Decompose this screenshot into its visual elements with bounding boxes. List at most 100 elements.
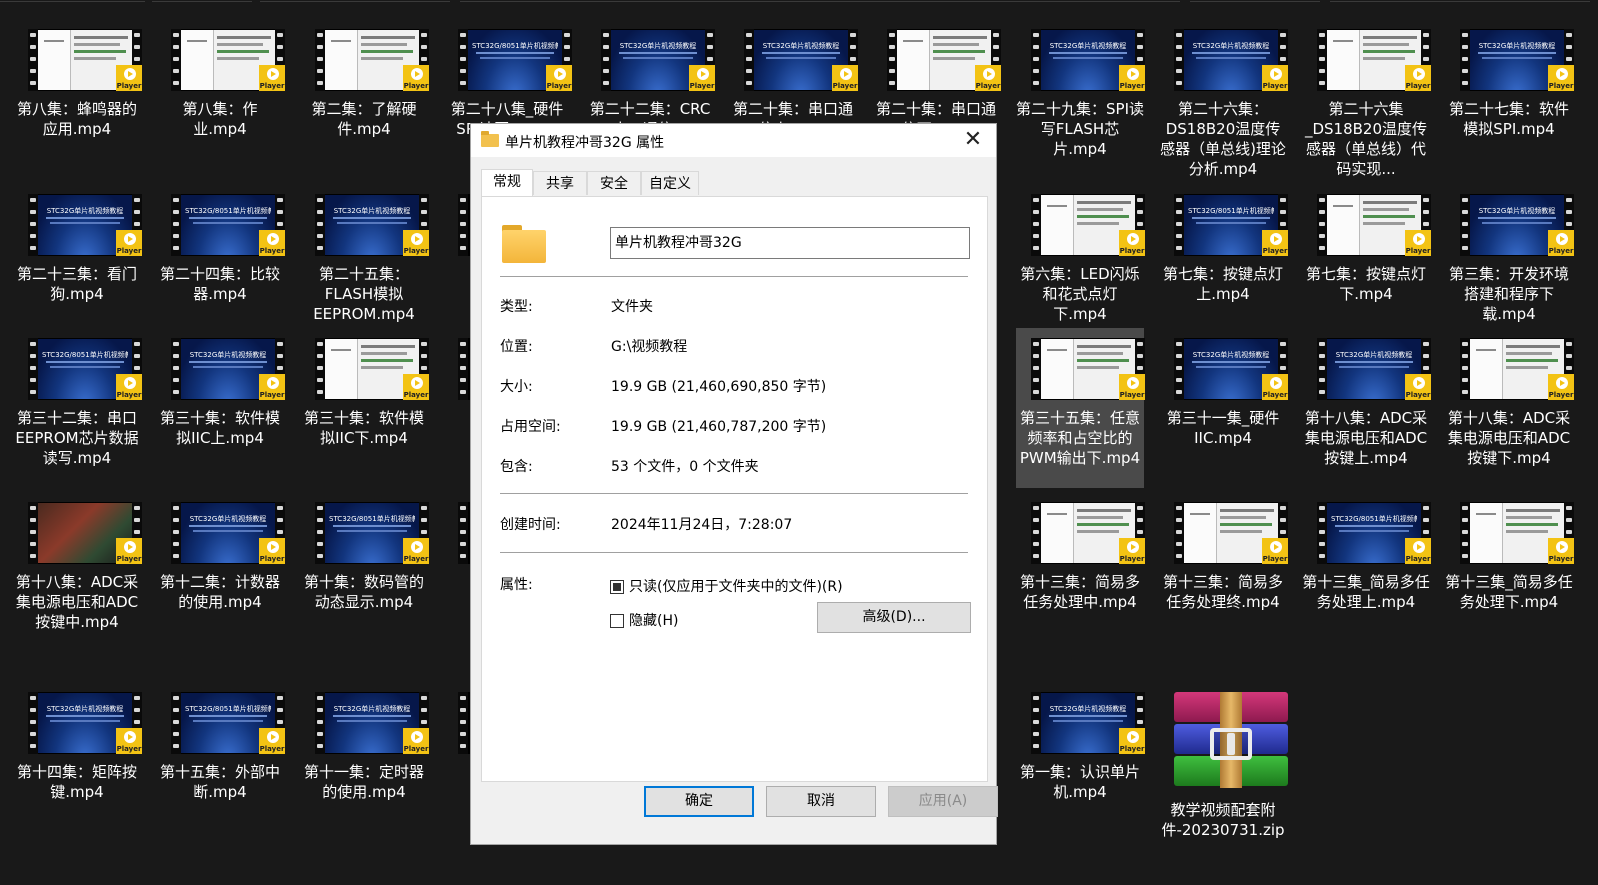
video-file-item[interactable]: Player 第十八集：ADC采集电源电压和ADC按键下.mp4	[1445, 328, 1574, 478]
video-file-item[interactable]: STC32G单片机视频教程 Player 第十四集：矩阵按键.mp4	[13, 682, 142, 832]
video-file-item[interactable]: STC32G单片机视频教程 Player 第二十七集：软件模拟SPI.mp4	[1445, 19, 1574, 169]
video-file-item[interactable]: Player 第八集：作业.mp4	[156, 19, 285, 169]
video-thumbnail: Player	[315, 29, 429, 91]
explorer-top-border	[0, 0, 1598, 4]
thumbnail-title: STC32G单片机视频教程	[189, 515, 267, 523]
player-badge-text: Player	[1405, 391, 1431, 399]
video-file-item[interactable]: STC32G单片机视频教程 Player 第三十集：软件模拟IIC上.mp4	[156, 328, 285, 478]
location-label: 位置:	[500, 339, 533, 355]
video-file-item[interactable]: Player 第二十六集_DS18B20温度传感器（单总线）代码实现...	[1302, 19, 1431, 178]
player-badge-text: Player	[832, 82, 858, 90]
player-badge-icon: Player	[975, 65, 1001, 91]
video-file-item[interactable]: Player 第十三集_简易多任务处理下.mp4	[1445, 492, 1574, 642]
file-label: 第二十九集：SPI读写FLASH芯片.mp4	[1016, 100, 1144, 158]
folder-icon	[481, 131, 499, 147]
player-badge-text: Player	[116, 82, 142, 90]
cancel-button[interactable]: 取消	[766, 786, 876, 817]
zip-file-item[interactable]: 教学视频配套附件-20230731.zip	[1159, 682, 1288, 839]
video-thumbnail: STC32G单片机视频教程 Player	[1031, 692, 1145, 754]
video-file-item[interactable]: STC32G/8051单片机视频教程 Player 第二十四集：比较器.mp4	[156, 184, 285, 334]
video-thumbnail: STC32G单片机视频教程 Player	[744, 29, 858, 91]
file-label: 第八集：作业.mp4	[182, 100, 258, 138]
video-file-item[interactable]: STC32G/8051单片机视频教程 Player 第十集：数码管的动态显示.mp4	[300, 492, 429, 642]
video-file-item[interactable]: STC32G单片机视频教程 Player 第三十一集_硬件IIC.mp4	[1159, 328, 1288, 478]
tab-customize[interactable]: 自定义	[641, 171, 699, 195]
tab-general[interactable]: 常规	[481, 169, 533, 196]
player-badge-icon: Player	[259, 728, 285, 754]
advanced-button[interactable]: 高级(D)...	[817, 602, 971, 633]
video-file-item[interactable]: STC32G单片机视频教程 Player 第二十三集：看门狗.mp4	[13, 184, 142, 334]
player-badge-icon: Player	[403, 230, 429, 256]
disk-size-value: 19.9 GB (21,460,787,200 字节)	[611, 419, 827, 435]
thumbnail-title: STC32G单片机视频教程	[762, 42, 840, 50]
readonly-label[interactable]: 只读(仅应用于文件夹中的文件)(R)	[629, 578, 843, 596]
thumbnail-title: STC32G单片机视频教程	[46, 705, 124, 713]
video-thumbnail: Player	[1031, 194, 1145, 256]
video-thumbnail: STC32G/8051单片机视频教程 Player	[315, 502, 429, 564]
file-label: 第十八集：ADC采集电源电压和ADC按键上.mp4	[1304, 409, 1428, 467]
file-label: 第三十五集：任意频率和占空比的PWM输出下.mp4	[1019, 409, 1141, 467]
video-file-item[interactable]: STC32G/8051单片机视频教程 Player 第三十二集：串口EEPROM芯片…	[13, 328, 142, 478]
large-folder-icon	[502, 225, 546, 263]
video-thumbnail: STC32G/8051单片机视频教程 Player	[171, 692, 285, 754]
video-file-item[interactable]: Player 第七集：按键点灯下.mp4	[1302, 184, 1431, 334]
apply-button[interactable]: 应用(A)	[888, 786, 998, 817]
file-label: 教学视频配套附件-20230731.zip	[1161, 801, 1285, 839]
video-thumbnail: STC32G单片机视频教程 Player	[28, 692, 142, 754]
video-file-item[interactable]: STC32G单片机视频教程 Player 第二十五集：FLASH模拟EEPROM.m…	[300, 184, 429, 334]
video-file-item[interactable]: STC32G单片机视频教程 Player 第十二集：计数器的使用.mp4	[156, 492, 285, 642]
player-badge-icon: Player	[116, 230, 142, 256]
file-label: 第十五集：外部中断.mp4	[159, 763, 280, 801]
video-thumbnail: Player	[1031, 502, 1145, 564]
thumbnail-title: STC32G/8051单片机视频教程	[185, 705, 271, 713]
video-file-item[interactable]: Player 第十三集：简易多任务处理终.mp4	[1159, 492, 1288, 642]
separator	[500, 493, 968, 494]
video-file-item[interactable]: STC32G/8051单片机视频教程 Player 第七集：按键点灯上.mp4	[1159, 184, 1288, 334]
video-file-item[interactable]: STC32G单片机视频教程 Player 第三集：开发环境搭建和程序下载.mp4	[1445, 184, 1574, 334]
file-label: 第十三集_简易多任务处理上.mp4	[1302, 573, 1430, 611]
video-file-item[interactable]: Player 第十三集：简易多任务处理中.mp4	[1016, 492, 1145, 642]
video-file-item[interactable]: Player 第六集：LED闪烁和花式点灯下.mp4	[1016, 184, 1145, 334]
readonly-checkbox[interactable]	[610, 580, 624, 594]
thumbnail-title: STC32G/8051单片机视频教程	[1331, 515, 1417, 523]
video-file-item[interactable]: STC32G/8051单片机视频教程 Player 第十三集_简易多任务处理上.mp…	[1302, 492, 1431, 642]
video-file-item[interactable]: Player 第三十五集：任意频率和占空比的PWM输出下.mp4	[1016, 328, 1145, 488]
tab-sharing[interactable]: 共享	[533, 171, 587, 195]
video-thumbnail: Player	[887, 29, 1001, 91]
thumbnail-title: STC32G单片机视频教程	[1192, 42, 1270, 50]
tab-security[interactable]: 安全	[587, 171, 641, 195]
video-file-item[interactable]: Player 第二集：了解硬件.mp4	[300, 19, 429, 169]
video-thumbnail: Player	[1460, 502, 1574, 564]
hidden-checkbox[interactable]	[610, 614, 624, 628]
video-file-item[interactable]: Player 第八集：蜂鸣器的应用.mp4	[13, 19, 142, 169]
video-file-item[interactable]: STC32G单片机视频教程 Player 第一集：认识单片机.mp4	[1016, 682, 1145, 832]
contains-value: 53 个文件，0 个文件夹	[611, 459, 759, 475]
video-thumbnail: STC32G/8051单片机视频教程 Player	[28, 338, 142, 400]
thumbnail-title: STC32G单片机视频教程	[619, 42, 697, 50]
video-thumbnail: Player	[1174, 502, 1288, 564]
player-badge-text: Player	[1405, 555, 1431, 563]
file-label: 第二十三集：看门狗.mp4	[16, 265, 137, 303]
player-badge-icon: Player	[403, 65, 429, 91]
video-file-item[interactable]: Player 第三十集：软件模拟IIC下.mp4	[300, 328, 429, 478]
file-label: 第二十六集_DS18B20温度传感器（单总线）代码实现...	[1304, 100, 1428, 178]
player-badge-text: Player	[1262, 391, 1288, 399]
file-label: 第二十五集：FLASH模拟EEPROM.mp4	[313, 265, 415, 323]
video-file-item[interactable]: STC32G单片机视频教程 Player 第二十九集：SPI读写FLASH芯片.mp…	[1016, 19, 1145, 169]
video-thumbnail: STC32G单片机视频教程 Player	[315, 194, 429, 256]
video-file-item[interactable]: STC32G单片机视频教程 Player 第十八集：ADC采集电源电压和ADC按键上…	[1302, 328, 1431, 478]
video-thumbnail: STC32G/8051单片机视频教程 Player	[1317, 502, 1431, 564]
video-file-item[interactable]: STC32G单片机视频教程 Player 第二十六集：DS18B20温度传感器（单总…	[1159, 19, 1288, 178]
folder-name-input[interactable]: 单片机教程冲哥32G	[610, 227, 970, 259]
video-thumbnail: STC32G单片机视频教程 Player	[1031, 29, 1145, 91]
video-file-item[interactable]: Player 第十八集：ADC采集电源电压和ADC按键中.mp4	[13, 492, 142, 642]
ok-button[interactable]: 确定	[644, 786, 754, 817]
close-button[interactable]: ✕	[958, 126, 988, 154]
player-badge-icon: Player	[1548, 230, 1574, 256]
video-file-item[interactable]: STC32G/8051单片机视频教程 Player 第十五集：外部中断.mp4	[156, 682, 285, 832]
thumbnail-title: STC32G单片机视频教程	[1049, 42, 1127, 50]
video-file-item[interactable]: STC32G单片机视频教程 Player 第十一集：定时器的使用.mp4	[300, 682, 429, 832]
hidden-label[interactable]: 隐藏(H)	[629, 612, 678, 630]
dialog-title-bar[interactable]: 单片机教程冲哥32G 属性 ✕	[471, 124, 996, 157]
player-badge-text: Player	[1262, 82, 1288, 90]
